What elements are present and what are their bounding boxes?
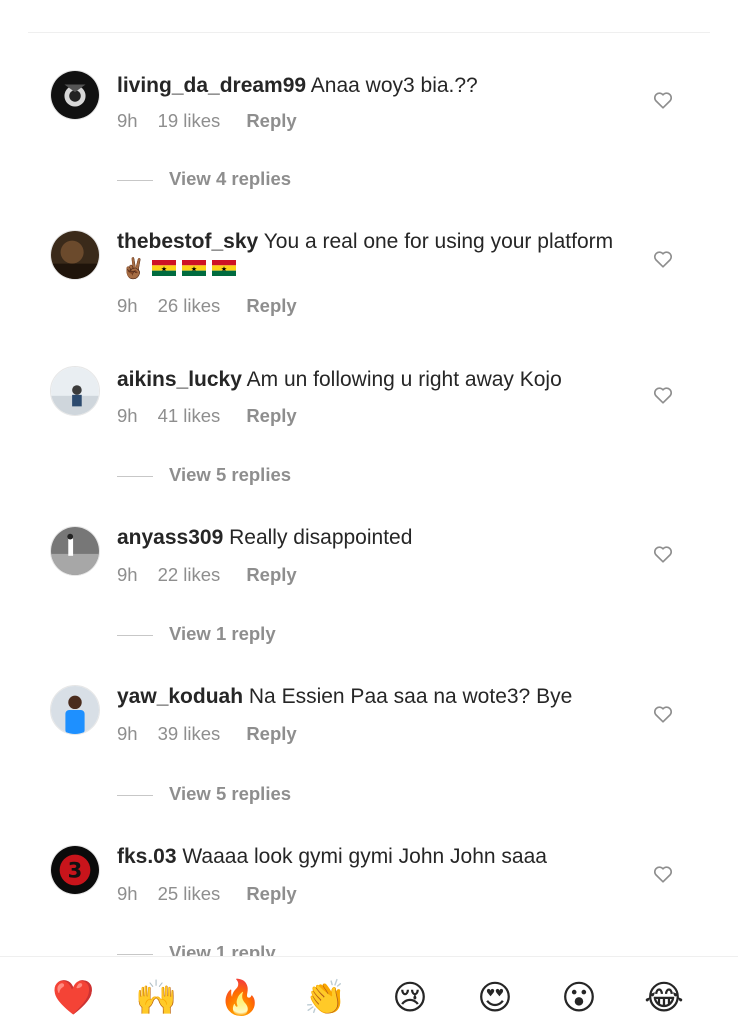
heart-reaction-icon[interactable]: ❤️ — [52, 977, 94, 1019]
comment-username[interactable]: aikins_lucky — [117, 368, 242, 391]
like-heart-icon[interactable] — [652, 89, 674, 111]
avatar[interactable] — [50, 70, 100, 120]
comment-time: 9h — [117, 883, 138, 904]
comment-likes[interactable]: 26 likes — [158, 295, 221, 317]
like-heart-icon[interactable] — [652, 248, 674, 270]
comment-meta: 9h 19 likes Reply — [117, 110, 297, 132]
like-heart-icon[interactable] — [652, 384, 674, 406]
reply-button[interactable]: Reply — [246, 110, 296, 132]
comment-time: 9h — [117, 110, 138, 131]
view-replies-label: View 5 replies — [169, 783, 292, 804]
like-heart-icon[interactable] — [652, 543, 674, 565]
like-heart-icon[interactable] — [652, 863, 674, 885]
comment-meta: 9h 41 likes Reply — [117, 405, 297, 427]
comment-item: aikins_lucky Am un following u right awa… — [0, 356, 738, 466]
comment-likes[interactable]: 19 likes — [158, 110, 221, 132]
comment-username[interactable]: thebestof_sky — [117, 230, 258, 253]
comment-username[interactable]: anyass309 — [117, 526, 223, 549]
replies-divider — [117, 180, 153, 181]
comment-body: Na Essien Paa saa na wote3? Bye — [248, 685, 573, 708]
ghana-flag-icon — [151, 260, 176, 276]
comment-text: yaw_koduah Na Essien Paa saa na wote3? B… — [117, 683, 617, 710]
comment-text: thebestof_sky You a real one for using y… — [117, 228, 617, 283]
ghana-flag-icon — [211, 260, 236, 276]
reply-button[interactable]: Reply — [246, 295, 296, 317]
view-replies-label: View 5 replies — [169, 464, 292, 485]
comment-item: living_da_dream99 Anaa woy3 bia.?? 9h 19 … — [0, 60, 738, 170]
comment-item: anyass309 Really disappointed 9h 22 likes… — [0, 514, 738, 624]
replies-divider — [117, 635, 153, 636]
comment-meta: 9h 39 likes Reply — [117, 723, 297, 745]
comment-body: Waaaa look gymi gymi John John saaa — [182, 845, 547, 868]
reply-button[interactable]: Reply — [246, 883, 296, 905]
comment-text: anyass309 Really disappointed — [117, 524, 617, 551]
comment-item: 3 fks.03 Waaaa look gymi gymi John John … — [0, 833, 738, 943]
raising-hands-reaction-icon[interactable]: 🙌 — [135, 977, 177, 1019]
comment-meta: 9h 26 likes Reply — [117, 295, 297, 317]
avatar[interactable] — [50, 526, 100, 576]
replies-divider — [117, 954, 153, 955]
comment-username[interactable]: living_da_dream99 — [117, 74, 306, 97]
svg-text:3: 3 — [68, 858, 83, 883]
top-divider — [28, 32, 710, 33]
comment-body: You a real one for using your platform — [263, 230, 614, 253]
reply-button[interactable]: Reply — [246, 564, 296, 586]
comment-body: Anaa woy3 bia.?? — [310, 74, 478, 97]
comment-meta: 9h 25 likes Reply — [117, 883, 297, 905]
view-replies-label: View 4 replies — [169, 168, 292, 189]
comment-time: 9h — [117, 564, 138, 585]
comment-likes[interactable]: 22 likes — [158, 564, 221, 586]
fire-reaction-icon[interactable]: 🔥 — [219, 977, 261, 1019]
surprised-face-reaction-icon[interactable]: 😮 — [558, 977, 600, 1019]
comment-username[interactable]: fks.03 — [117, 845, 177, 868]
comment-likes[interactable]: 41 likes — [158, 405, 221, 427]
comment-time: 9h — [117, 723, 138, 744]
victory-hand-emoji: ✌🏾 — [121, 258, 146, 280]
comment-time: 9h — [117, 405, 138, 426]
ghana-flag-icon — [181, 260, 206, 276]
comment-meta: 9h 22 likes Reply — [117, 564, 297, 586]
reply-button[interactable]: Reply — [246, 723, 296, 745]
avatar[interactable] — [50, 366, 100, 416]
comment-likes[interactable]: 39 likes — [158, 723, 221, 745]
replies-divider — [117, 795, 153, 796]
comment-time: 9h — [117, 295, 138, 316]
comment-body: Really disappointed — [229, 526, 413, 549]
comment-likes[interactable]: 25 likes — [158, 883, 221, 905]
view-replies-label: View 1 reply — [169, 623, 276, 644]
reply-button[interactable]: Reply — [246, 405, 296, 427]
comment-item: yaw_koduah Na Essien Paa saa na wote3? B… — [0, 673, 738, 783]
comment-text: fks.03 Waaaa look gymi gymi John John sa… — [117, 843, 617, 870]
clapping-hands-reaction-icon[interactable]: 👏 — [304, 977, 346, 1019]
comment-username[interactable]: yaw_koduah — [117, 685, 243, 708]
comment-body: Am un following u right away Kojo — [246, 368, 562, 391]
tears-of-joy-reaction-icon[interactable]: 😂 — [643, 977, 685, 1019]
avatar[interactable]: 3 — [50, 845, 100, 895]
avatar[interactable] — [50, 685, 100, 735]
comment-item: thebestof_sky You a real one for using y… — [0, 220, 738, 330]
comment-text: aikins_lucky Am un following u right awa… — [117, 366, 617, 393]
crying-face-reaction-icon[interactable]: 😢 — [389, 977, 431, 1019]
avatar[interactable] — [50, 230, 100, 280]
quick-reaction-bar: ❤️ 🙌 🔥 👏 😢 😍 😮 😂 — [0, 956, 738, 1025]
comment-text: living_da_dream99 Anaa woy3 bia.?? — [117, 72, 617, 99]
heart-eyes-reaction-icon[interactable]: 😍 — [474, 977, 516, 1019]
like-heart-icon[interactable] — [652, 703, 674, 725]
replies-divider — [117, 476, 153, 477]
